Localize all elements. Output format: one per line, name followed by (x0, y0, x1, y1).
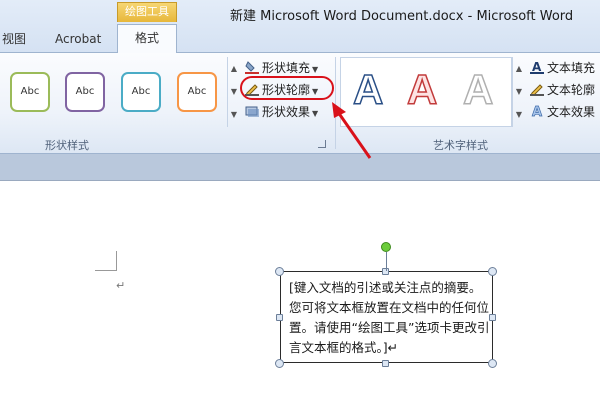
shape-fill-label: 形状填充 (262, 61, 311, 75)
text-fill-button[interactable]: A 文本填充 (530, 58, 595, 78)
shape-effects-label: 形状效果 (262, 105, 311, 119)
tab-acrobat[interactable]: Acrobat (55, 30, 101, 50)
text-outline-icon (530, 84, 544, 96)
tab-view[interactable]: 视图 (2, 30, 26, 50)
red-arrow-icon (332, 102, 372, 159)
paint-bucket-icon (245, 61, 259, 74)
shape-effects-icon (245, 106, 259, 117)
text-fill-label: 文本填充 (547, 61, 596, 75)
scroll-down-icon[interactable]: ▼ (228, 80, 240, 103)
paragraph-mark: ↵ (116, 279, 126, 292)
shape-style-swatch[interactable]: Abc (177, 72, 217, 112)
gallery-more-icon[interactable]: ▼ (513, 103, 525, 126)
shape-styles-gallery: Abc Abc Abc Abc (0, 57, 230, 127)
margin-corner-mark (95, 251, 117, 271)
title-bar: 绘图工具 新建 Microsoft Word Document.docx - M… (0, 0, 600, 53)
svg-text:A: A (532, 60, 542, 74)
shape-style-swatch[interactable]: Abc (121, 72, 161, 112)
window-title: 新建 Microsoft Word Document.docx - Micros… (230, 9, 574, 24)
text-box[interactable]: [键入文档的引述或关注点的摘要。您可将文本框放置在文档中的任何位置。请使用“绘图… (280, 271, 493, 363)
text-effects-button[interactable]: A 文本效果 (530, 102, 595, 122)
wordart-style-swatch[interactable]: A (406, 65, 438, 114)
resize-handle[interactable] (489, 314, 496, 321)
resize-handle[interactable] (276, 314, 283, 321)
wordart-styles-group-label: 艺术字样式 (433, 139, 488, 152)
text-outline-label: 文本轮廓 (547, 83, 596, 97)
text-box-content[interactable]: [键入文档的引述或关注点的摘要。您可将文本框放置在文档中的任何位置。请使用“绘图… (289, 278, 491, 358)
highlight-oval (240, 76, 334, 100)
resize-handle[interactable] (488, 267, 497, 276)
wordart-style-swatch[interactable]: A (462, 65, 494, 114)
svg-text:A: A (532, 105, 542, 118)
resize-handle[interactable] (275, 359, 284, 368)
rotation-connector (386, 252, 387, 271)
scroll-up-icon[interactable]: ▲ (228, 57, 240, 80)
text-effects-label: 文本效果 (547, 105, 596, 119)
tab-format[interactable]: 格式 (117, 24, 177, 53)
shape-styles-group-label: 形状样式 (45, 139, 89, 152)
resize-handle[interactable] (275, 267, 284, 276)
rotation-handle[interactable] (381, 242, 391, 252)
shape-style-swatch[interactable]: Abc (10, 72, 50, 112)
dropdown-arrow-icon: ▼ (312, 65, 319, 74)
gallery-more-icon[interactable]: ▼ (228, 103, 240, 126)
shape-style-swatch[interactable]: Abc (65, 72, 105, 112)
document-page[interactable]: ↵ [键入文档的引述或关注点的摘要。您可将文本框放置在文档中的任何位置。请使用“… (0, 180, 600, 400)
scroll-down-icon[interactable]: ▼ (513, 80, 525, 103)
shape-gallery-scroll: ▲ ▼ ▼ (227, 57, 240, 127)
dropdown-arrow-icon: ▼ (312, 109, 319, 118)
wordart-gallery-scroll: ▲ ▼ ▼ (512, 57, 525, 127)
drawing-tools-context-label: 绘图工具 (117, 2, 177, 22)
resize-handle[interactable] (382, 360, 389, 367)
ribbon: Abc Abc Abc Abc ▲ ▼ ▼ 形状填充 ▼ 形状轮廓 ▼ 形状效果 ▼ … (0, 52, 600, 154)
text-effects-icon: A (532, 105, 543, 121)
text-fill-icon: A (530, 60, 544, 74)
shape-fill-button[interactable]: 形状填充 ▼ (245, 58, 318, 78)
resize-handle[interactable] (488, 359, 497, 368)
scroll-up-icon[interactable]: ▲ (513, 57, 525, 80)
shape-effects-button[interactable]: 形状效果 ▼ (245, 102, 318, 122)
text-outline-button[interactable]: 文本轮廓 (530, 80, 595, 100)
